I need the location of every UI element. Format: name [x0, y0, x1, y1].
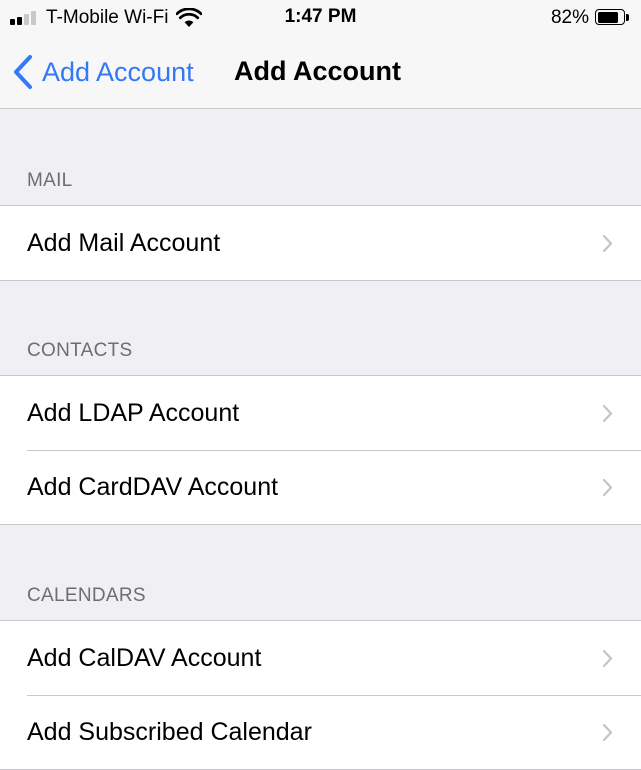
status-time: 1:47 PM [284, 6, 357, 27]
row-label: Add CalDAV Account [27, 643, 262, 672]
row-label: Add Subscribed Calendar [27, 717, 312, 746]
add-caldav-account-row[interactable]: Add CalDAV Account [0, 621, 641, 695]
chevron-right-icon [602, 234, 613, 253]
section-header-calendars: CALENDARS [27, 585, 146, 606]
status-bar: T-Mobile Wi-Fi 1:47 PM 82% [0, 0, 641, 36]
battery-percent: 82% [550, 7, 589, 28]
row-label: Add CardDAV Account [27, 472, 279, 501]
add-ldap-account-row[interactable]: Add LDAP Account [0, 376, 641, 450]
battery-icon [595, 9, 631, 27]
page-title: Add Account [234, 56, 401, 86]
add-carddav-account-row[interactable]: Add CardDAV Account [0, 450, 641, 524]
section-header-mail: MAIL [27, 170, 73, 191]
navigation-bar: Add Account Add Account [0, 36, 641, 109]
chevron-right-icon [602, 404, 613, 423]
chevron-right-icon [602, 478, 613, 497]
chevron-right-icon [602, 723, 613, 742]
back-button-label: Add Account [42, 56, 194, 87]
battery-level-fill [597, 11, 618, 23]
status-bar-right: 82% [551, 6, 631, 30]
chevron-right-icon [602, 649, 613, 668]
add-subscribed-calendar-row[interactable]: Add Subscribed Calendar [0, 695, 641, 769]
calendars-group: Add CalDAV Account Add Subscribed Calend… [0, 620, 641, 770]
mail-group: Add Mail Account [0, 205, 641, 281]
add-mail-account-row[interactable]: Add Mail Account [0, 206, 641, 280]
row-label: Add LDAP Account [27, 398, 240, 427]
section-header-contacts: CONTACTS [27, 340, 133, 361]
contacts-group: Add LDAP Account Add CardDAV Account [0, 375, 641, 525]
row-label: Add Mail Account [27, 228, 221, 257]
chevron-left-icon [14, 55, 32, 89]
back-button[interactable]: Add Account [12, 52, 194, 92]
